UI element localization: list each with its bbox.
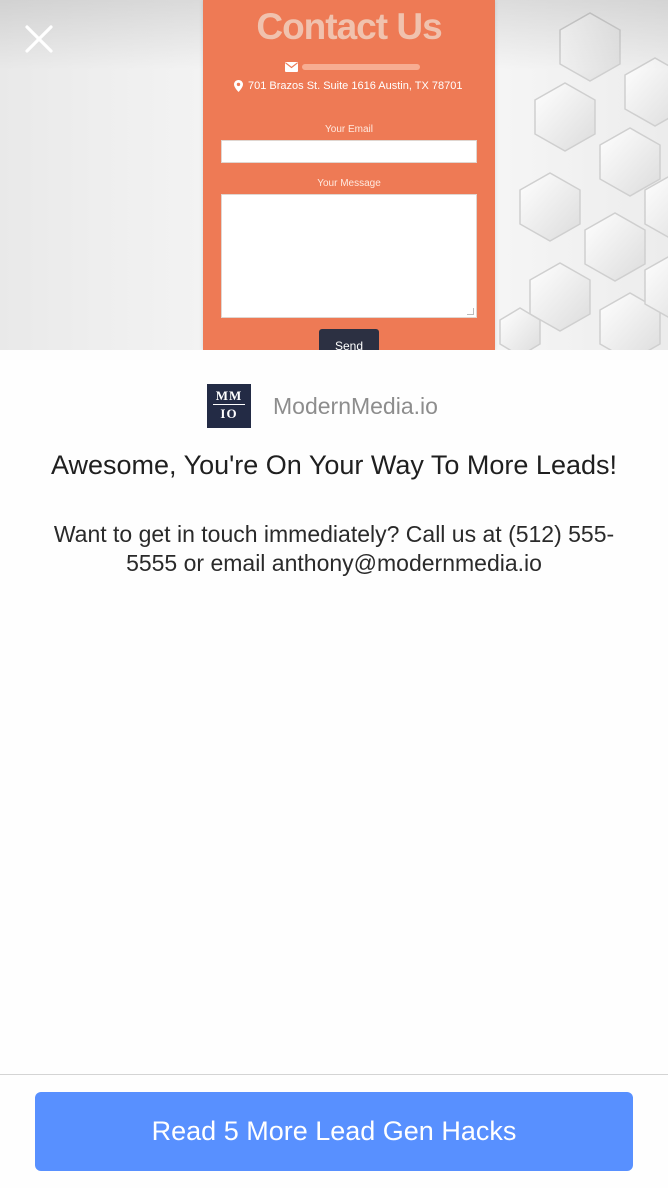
contact-address-row: 701 Brazos St. Suite 1616 Austin, TX 787… (234, 80, 462, 92)
read-more-button[interactable]: Read 5 More Lead Gen Hacks (35, 1092, 633, 1171)
footer-divider (0, 1074, 668, 1075)
close-button[interactable] (20, 20, 58, 58)
logo-text-top: MM (215, 388, 243, 403)
resize-grip-icon (467, 308, 474, 315)
contact-form-preview: Contact Us 701 Brazos St. Suite 1616 Aus… (203, 0, 495, 350)
logo-divider (213, 404, 245, 405)
logo-text-bottom: IO (220, 406, 238, 421)
map-pin-icon (234, 80, 243, 92)
thank-you-headline: Awesome, You're On Your Way To More Lead… (51, 450, 617, 480)
contact-address: 701 Brazos St. Suite 1616 Austin, TX 787… (248, 80, 463, 92)
message-field-label: Your Message (317, 178, 381, 189)
message-field (221, 194, 477, 318)
email-field (221, 140, 477, 163)
advertiser-logo: MM IO (207, 384, 251, 428)
email-field-label: Your Email (325, 124, 373, 135)
advertiser-name: ModernMedia.io (273, 392, 438, 419)
send-button: Send (319, 329, 379, 350)
advertiser-row: MM IO ModernMedia.io (207, 384, 438, 428)
mail-icon (285, 62, 298, 72)
blurred-email-text (302, 64, 420, 70)
hero-image: Contact Us 701 Brazos St. Suite 1616 Aus… (0, 0, 668, 350)
contact-email-row (285, 61, 420, 73)
close-icon (25, 25, 53, 53)
lead-ad-thank-you-screen: Contact Us 701 Brazos St. Suite 1616 Aus… (0, 0, 668, 1188)
thank-you-description: Want to get in touch immediately? Call u… (53, 521, 615, 576)
contact-form-title: Contact Us (256, 6, 442, 47)
